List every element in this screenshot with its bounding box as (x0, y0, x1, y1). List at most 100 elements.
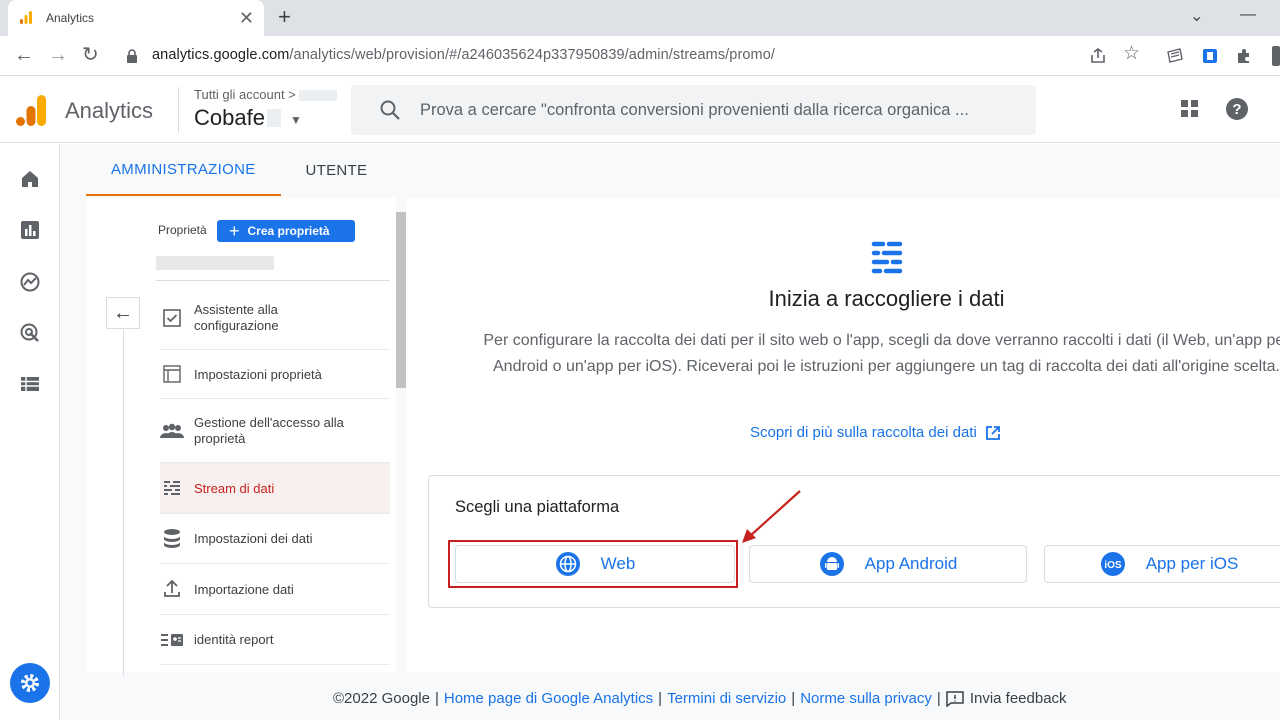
back-button[interactable]: ← (106, 297, 140, 329)
lock-icon[interactable] (126, 49, 138, 63)
menu-item-report-identity[interactable]: identità report (160, 615, 390, 665)
back-arrow-icon[interactable]: ← (14, 44, 34, 66)
database-icon (152, 528, 192, 550)
more-vert-icon[interactable]: ⋮ (1273, 95, 1280, 121)
menu-item-label: Importazione dati (194, 581, 294, 597)
menu-item-data-import[interactable]: Importazione dati (160, 564, 390, 615)
platform-card: Scegli una piattaforma Web App Android i… (428, 475, 1280, 608)
platform-ios-button[interactable]: iOS App per iOS (1044, 545, 1280, 583)
url-host: analytics.google.com (152, 47, 290, 63)
feedback-link[interactable]: Invia feedback (970, 690, 1067, 707)
upload-icon (152, 579, 192, 599)
apps-grid-icon[interactable] (1180, 99, 1200, 119)
highlight-box (448, 540, 738, 588)
reports-icon[interactable] (19, 219, 41, 241)
share-icon[interactable] (1088, 46, 1108, 66)
create-property-button[interactable]: + Crea proprietà (217, 220, 355, 242)
admin-tabs: AMMINISTRAZIONE UTENTE (86, 144, 392, 196)
footer-terms-link[interactable]: Termini di servizio (667, 690, 786, 707)
people-icon (152, 422, 192, 440)
content-title: Inizia a raccogliere i dati (768, 286, 1005, 311)
plus-icon: + (229, 221, 240, 241)
new-tab-icon[interactable]: + (278, 6, 291, 28)
menu-item-label: Assistente alla configurazione (194, 301, 279, 333)
svg-text:iOS: iOS (1104, 560, 1122, 571)
menu-item-label: Impostazioni dei dati (194, 531, 313, 546)
gear-icon (21, 674, 39, 692)
android-icon (819, 552, 844, 576)
forward-arrow-icon[interactable]: → (48, 44, 68, 66)
browser-toolbar: ← → ↻ analytics.google.com/analytics/web… (0, 36, 1280, 76)
reload-icon[interactable]: ↻ (82, 44, 99, 66)
create-property-label: Crea proprietà (247, 224, 330, 238)
extensions-puzzle-icon[interactable] (1234, 46, 1254, 66)
extension-reader-icon[interactable] (1165, 46, 1185, 66)
tab-amministrazione[interactable]: AMMINISTRAZIONE (86, 144, 281, 196)
divider (156, 280, 390, 281)
content-description: Per configurare la raccolta dei dati per… (483, 332, 1280, 375)
property-selector-redacted[interactable] (156, 256, 274, 270)
left-nav-rail (0, 144, 60, 720)
report-identity-icon (152, 632, 192, 648)
ga-header: Analytics Tutti gli account > Cobafe ▼ P… (0, 77, 1280, 143)
menu-item-data-streams[interactable]: Stream di dati (160, 463, 390, 514)
platform-android-button[interactable]: App Android (749, 545, 1027, 583)
annotation-arrow-icon (742, 490, 801, 543)
account-breadcrumb[interactable]: Tutti gli account > (194, 87, 338, 102)
account-breadcrumb-label: Tutti gli account (194, 87, 285, 102)
admin-main: AMMINISTRAZIONE UTENTE Proprietà + Crea … (60, 144, 1280, 720)
menu-item-data-settings[interactable]: Impostazioni dei dati (160, 514, 390, 564)
footer-separator: | (791, 690, 796, 707)
footer-separator: | (434, 690, 439, 707)
analytics-logo-icon (16, 95, 46, 126)
tab-title: Analytics (46, 11, 95, 25)
checkbox-icon (152, 308, 192, 328)
search-placeholder: Prova a cercare "confronta conversioni p… (420, 101, 969, 119)
tab-search-chevron-icon[interactable]: ⌄ (1190, 6, 1203, 26)
address-bar[interactable]: analytics.google.com/analytics/web/provi… (152, 47, 775, 63)
extension-translate-icon[interactable] (1200, 46, 1220, 66)
menu-item-label: Impostazioni proprietà (194, 366, 322, 382)
search-bar[interactable]: Prova a cercare "confronta conversioni p… (351, 85, 1036, 135)
tab-close-icon[interactable]: ✕ (239, 9, 254, 27)
search-icon (380, 100, 400, 120)
footer-home-link[interactable]: Home page di Google Analytics (444, 690, 653, 707)
configure-list-icon[interactable] (19, 373, 41, 395)
learn-more-link[interactable]: Scopri di più sulla raccolta dei dati (750, 424, 1001, 441)
feedback-icon (946, 690, 964, 707)
help-icon[interactable]: ? (1225, 97, 1249, 121)
account-caret-icon[interactable]: ▼ (290, 113, 302, 127)
minimize-icon[interactable]: — (1240, 6, 1256, 24)
data-streams-icon (871, 241, 903, 274)
bookmark-star-icon[interactable]: ☆ (1123, 43, 1140, 65)
account-name[interactable]: Cobafe (194, 105, 281, 131)
platform-android-label: App Android (864, 554, 958, 573)
home-icon[interactable] (19, 168, 41, 190)
platform-card-title: Scegli una piattaforma (455, 498, 620, 516)
arrow-left-icon: ← (113, 302, 133, 324)
footer-separator: | (936, 690, 941, 707)
footer-privacy-link[interactable]: Norme sulla privacy (800, 690, 932, 707)
ios-icon: iOS (1100, 552, 1125, 576)
streams-content: Inizia a raccogliere i dati Per configur… (406, 198, 1280, 672)
property-label: Proprietà (158, 223, 207, 237)
browser-tab[interactable]: Analytics ✕ (8, 0, 264, 36)
svg-text:?: ? (1232, 101, 1241, 118)
account-name-label: Cobafe (194, 105, 265, 130)
layout-icon (152, 364, 192, 384)
admin-settings-button[interactable] (10, 663, 50, 703)
learn-more-label: Scopri di più sulla raccolta dei dati (750, 424, 977, 441)
tab-utente[interactable]: UTENTE (281, 144, 393, 196)
open-in-new-icon (985, 425, 1000, 440)
advertising-icon[interactable] (19, 322, 41, 344)
redacted-property (299, 90, 338, 102)
profile-avatar-edge[interactable] (1272, 46, 1280, 66)
menu-item-setup-assistant[interactable]: Assistente alla configurazione (160, 286, 390, 350)
property-column-scrollbar[interactable] (396, 212, 406, 388)
platform-ios-label: App per iOS (1145, 554, 1239, 573)
redacted-account (266, 109, 281, 127)
explore-icon[interactable] (19, 271, 41, 293)
menu-item-property-settings[interactable]: Impostazioni proprietà (160, 350, 390, 399)
menu-item-access-management[interactable]: Gestione dell'accesso alla proprietà (160, 399, 390, 463)
menu-item-label: identità report (194, 632, 274, 647)
